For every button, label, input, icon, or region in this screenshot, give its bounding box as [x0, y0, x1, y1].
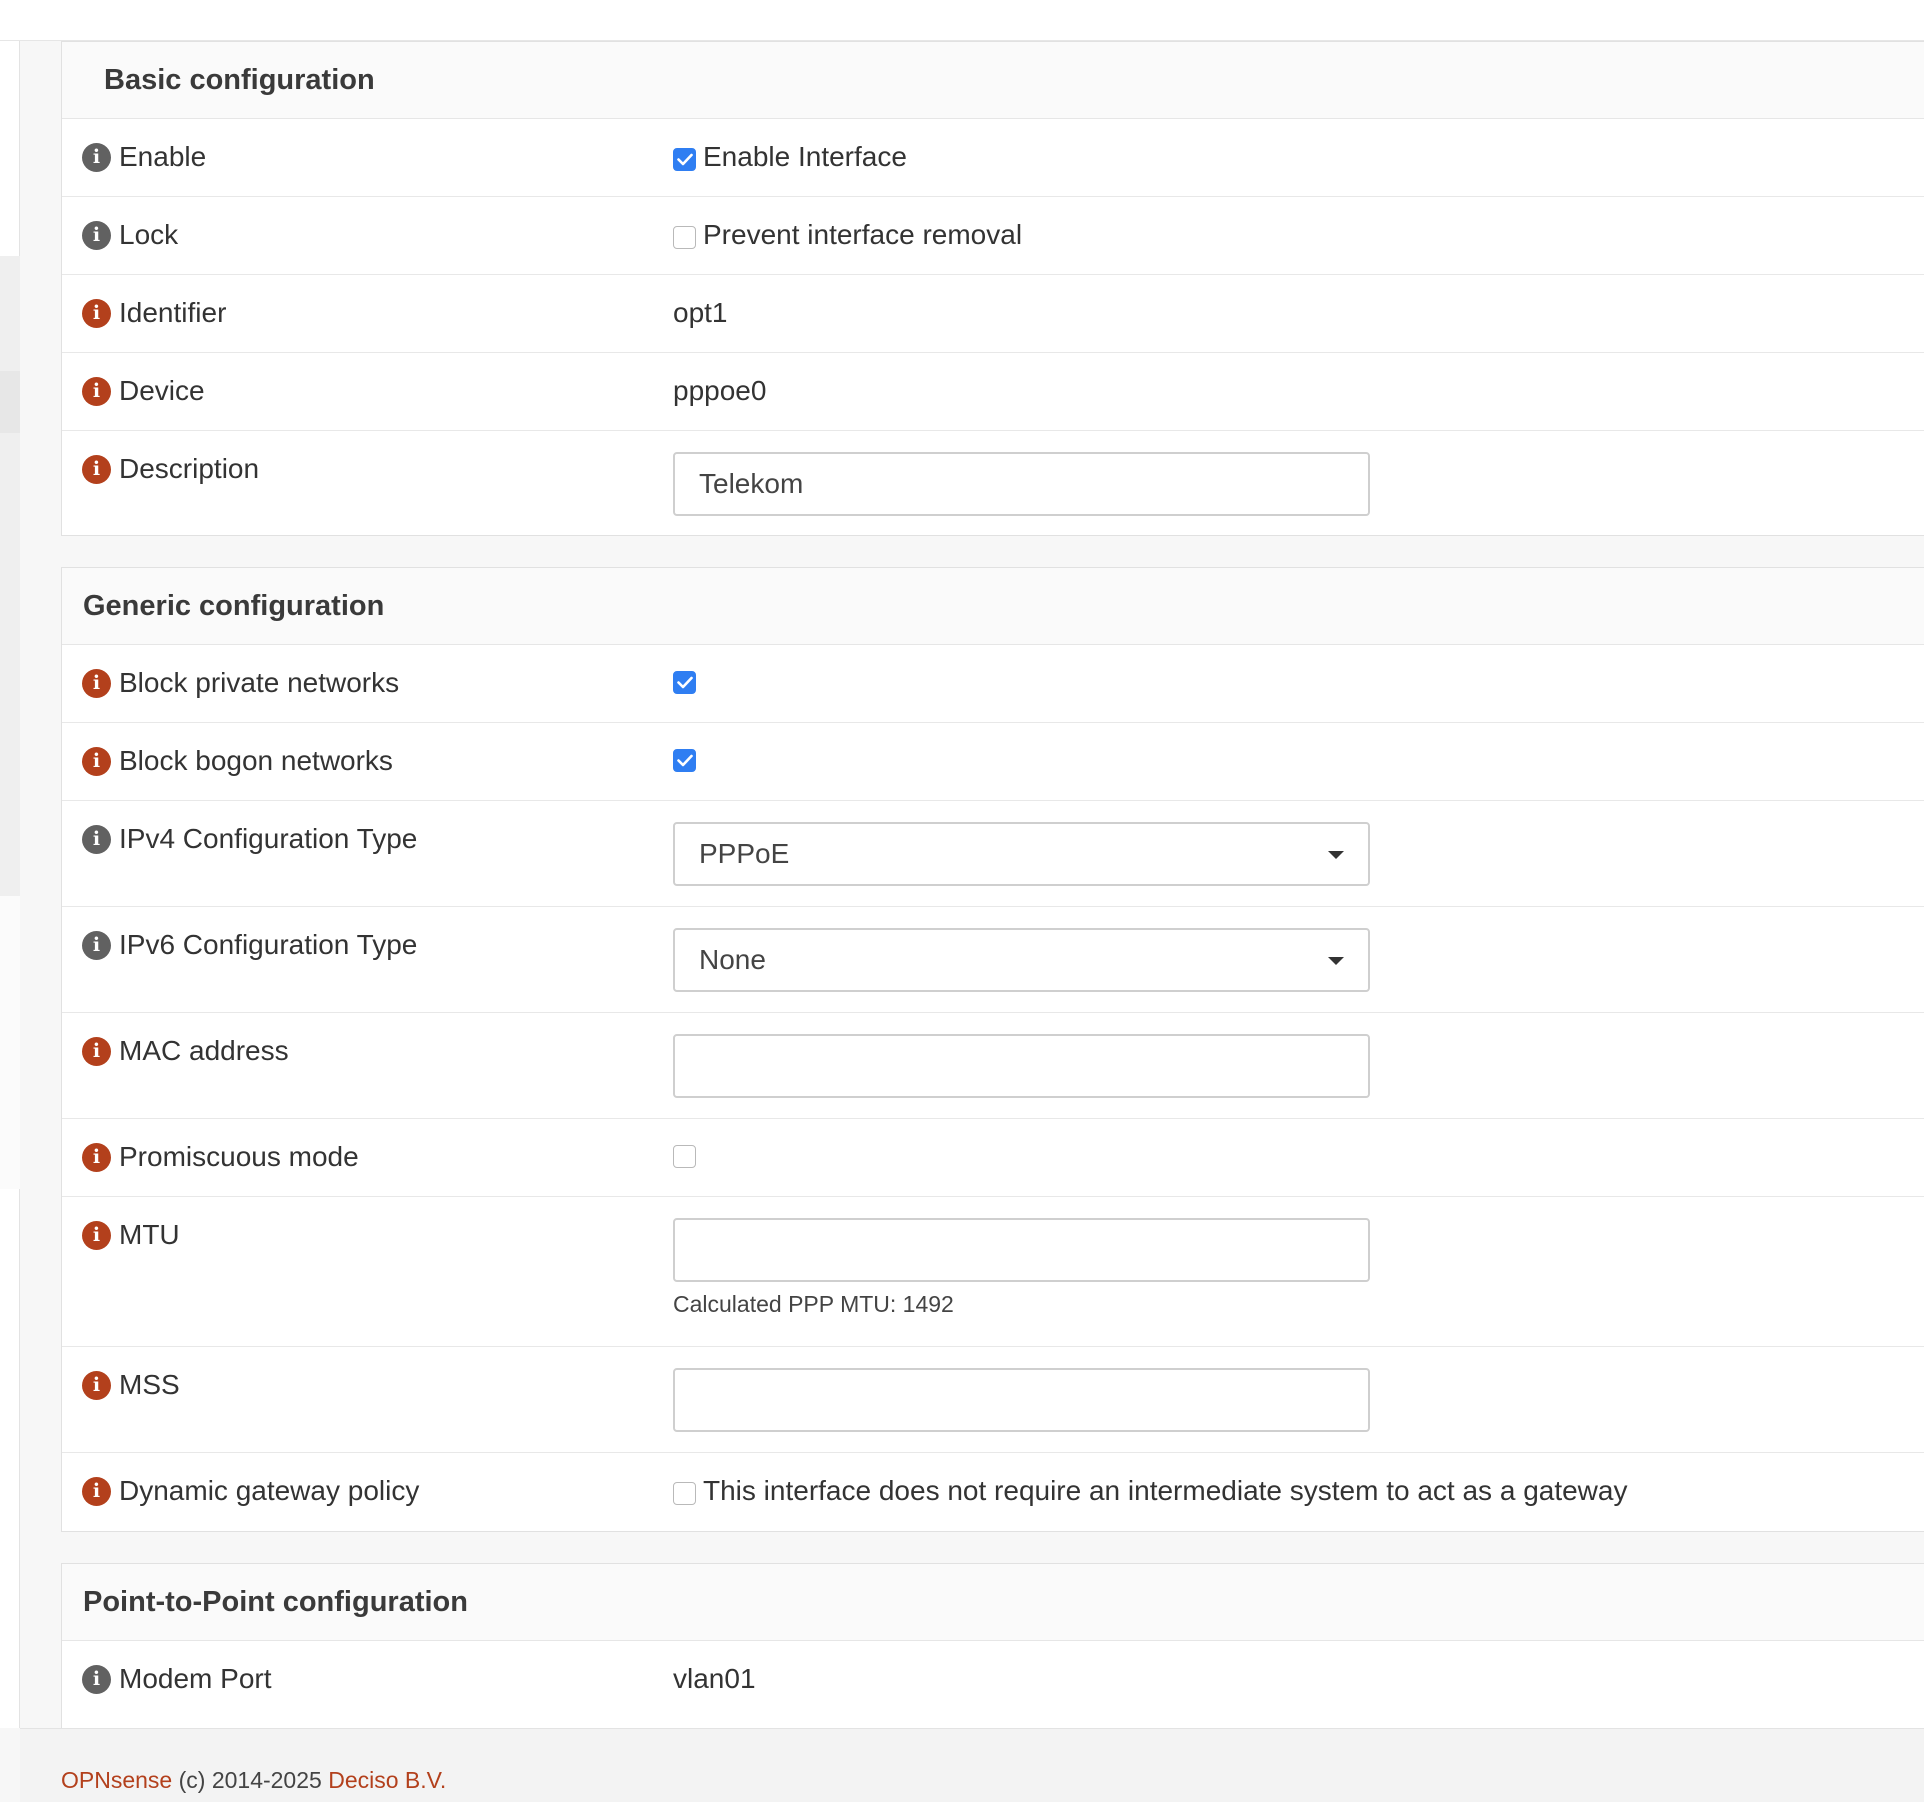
check-icon: [676, 754, 693, 767]
dynamic-gateway-checkbox[interactable]: [673, 1481, 696, 1505]
block-private-checkbox[interactable]: [673, 671, 696, 694]
label-modem-port: Modem Port: [119, 1663, 272, 1694]
label-mtu: MTU: [119, 1219, 180, 1250]
sidebar-edge: [0, 41, 20, 1728]
mac-address-input[interactable]: [673, 1034, 1370, 1098]
caret-down-icon: [1328, 957, 1344, 965]
info-icon[interactable]: i: [82, 1220, 111, 1250]
label-ipv4-type: IPv4 Configuration Type: [119, 823, 418, 854]
row-description: i Description Telekom: [62, 431, 1924, 535]
row-mac-address: i MAC address: [62, 1013, 1924, 1119]
label-lock: Lock: [119, 219, 179, 250]
label-mss: MSS: [119, 1369, 180, 1400]
info-icon[interactable]: i: [82, 298, 111, 328]
promiscuous-checkbox[interactable]: [673, 1145, 696, 1168]
info-icon[interactable]: i: [82, 1370, 111, 1400]
info-icon[interactable]: i: [82, 668, 111, 698]
row-dynamic-gateway: i Dynamic gateway policy This interface …: [62, 1453, 1924, 1531]
row-identifier: i Identifier opt1: [62, 275, 1924, 353]
info-icon[interactable]: i: [82, 1142, 111, 1172]
enable-interface-label[interactable]: Enable Interface: [703, 141, 907, 173]
info-icon[interactable]: i: [82, 746, 111, 776]
section-title-generic: Generic configuration: [62, 568, 1924, 645]
ipv4-type-select[interactable]: PPPoE: [673, 822, 1370, 886]
label-description: Description: [119, 453, 260, 484]
page-footer: OPNsense (c) 2014-2025 Deciso B.V.: [20, 1728, 1924, 1802]
copyright-text: (c) 2014-2025: [178, 1767, 322, 1793]
info-icon[interactable]: i: [82, 1036, 111, 1066]
row-mtu: i MTU Calculated PPP MTU: 1492: [62, 1197, 1924, 1347]
info-icon[interactable]: i: [82, 142, 111, 172]
top-bar: [0, 0, 1924, 41]
label-device: Device: [119, 375, 205, 406]
label-dynamic-gateway: Dynamic gateway policy: [119, 1475, 420, 1506]
info-icon[interactable]: i: [82, 220, 111, 250]
description-input-value: Telekom: [699, 468, 804, 499]
ptp-configuration-panel: Point-to-Point configuration i Modem Por…: [61, 1563, 1924, 1729]
mtu-hint: Calculated PPP MTU: 1492: [673, 1291, 954, 1317]
label-enable: Enable: [119, 141, 207, 172]
enable-interface-checkbox[interactable]: [673, 147, 696, 171]
row-block-private: i Block private networks: [62, 645, 1924, 723]
label-identifier: Identifier: [119, 297, 227, 328]
block-bogon-checkbox[interactable]: [673, 749, 696, 772]
row-block-bogon: i Block bogon networks: [62, 723, 1924, 801]
mss-input[interactable]: [673, 1368, 1370, 1432]
dynamic-gateway-checkbox-label[interactable]: This interface does not require an inter…: [703, 1475, 1627, 1507]
info-icon[interactable]: i: [82, 1476, 111, 1506]
check-icon: [676, 676, 693, 689]
modem-port-value: vlan01: [673, 1663, 756, 1694]
description-input[interactable]: Telekom: [673, 452, 1370, 516]
caret-down-icon: [1328, 851, 1344, 859]
row-ipv6-type: i IPv6 Configuration Type None: [62, 907, 1924, 1013]
prevent-removal-label[interactable]: Prevent interface removal: [703, 219, 1022, 251]
ipv4-type-selected: PPPoE: [699, 838, 790, 869]
ipv6-type-selected: None: [699, 944, 766, 975]
generic-configuration-panel: Generic configuration i Block private ne…: [61, 567, 1924, 1532]
deciso-link[interactable]: Deciso B.V.: [328, 1767, 446, 1793]
info-icon[interactable]: i: [82, 1664, 111, 1694]
info-icon[interactable]: i: [82, 824, 111, 854]
info-icon[interactable]: i: [82, 930, 111, 960]
basic-configuration-panel: Basic configuration i Enable Enable Inte…: [61, 41, 1924, 536]
row-device: i Device pppoe0: [62, 353, 1924, 431]
section-title-basic: Basic configuration: [62, 42, 1924, 119]
device-value: pppoe0: [673, 375, 767, 406]
label-promiscuous: Promiscuous mode: [119, 1141, 359, 1172]
row-ipv4-type: i IPv4 Configuration Type PPPoE: [62, 801, 1924, 907]
row-modem-port: i Modem Port vlan01: [62, 1641, 1924, 1719]
mtu-input[interactable]: [673, 1218, 1370, 1282]
row-enable: i Enable Enable Interface: [62, 119, 1924, 197]
label-ipv6-type: IPv6 Configuration Type: [119, 929, 418, 960]
info-icon[interactable]: i: [82, 376, 111, 406]
info-icon[interactable]: i: [82, 454, 111, 484]
row-lock: i Lock Prevent interface removal: [62, 197, 1924, 275]
label-mac-address: MAC address: [119, 1035, 289, 1066]
check-icon: [676, 153, 693, 165]
prevent-removal-checkbox[interactable]: [673, 225, 696, 249]
label-block-bogon: Block bogon networks: [119, 745, 393, 776]
row-mss: i MSS: [62, 1347, 1924, 1453]
identifier-value: opt1: [673, 297, 728, 328]
ipv6-type-select[interactable]: None: [673, 928, 1370, 992]
label-block-private: Block private networks: [119, 667, 400, 698]
section-title-ptp: Point-to-Point configuration: [62, 1564, 1924, 1641]
row-promiscuous: i Promiscuous mode: [62, 1119, 1924, 1197]
opnsense-link[interactable]: OPNsense: [61, 1767, 172, 1793]
